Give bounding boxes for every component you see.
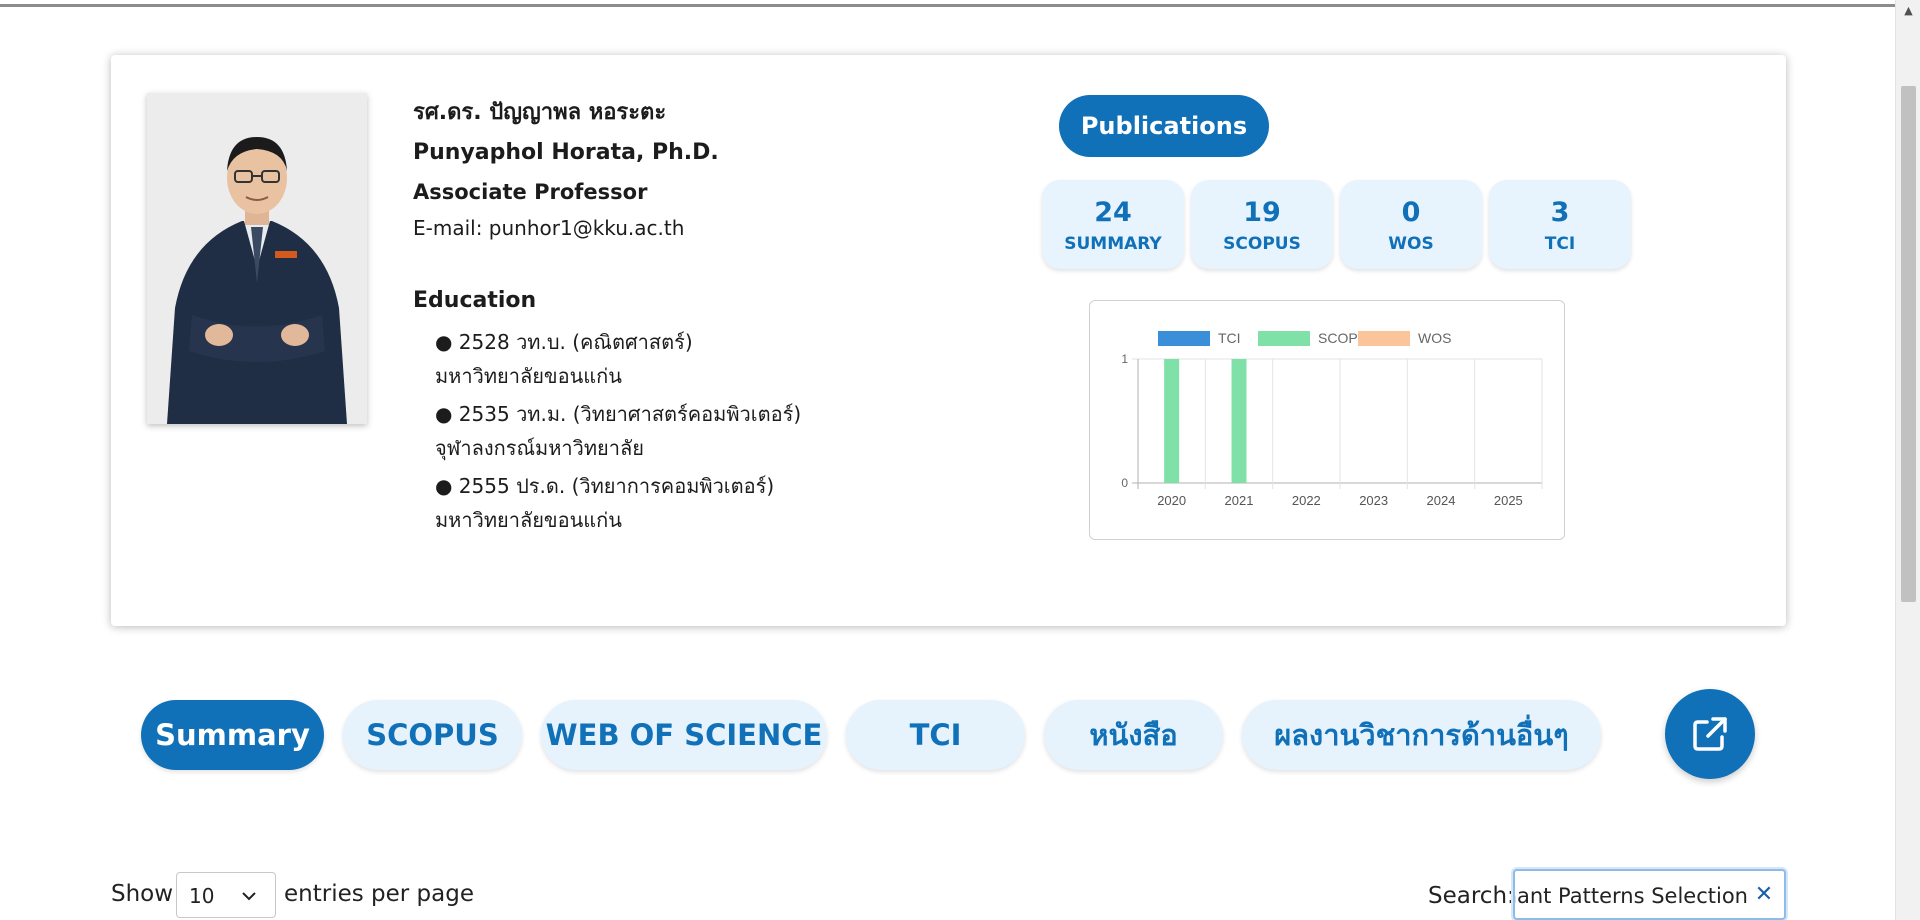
stat-value: 19 (1243, 197, 1281, 228)
chart-y-tick-label: 0 (1121, 476, 1128, 490)
publications-chart: 0 1 2020 2021 2022 2023 2024 2025 TCI SCOPUS WOS (1089, 300, 1565, 540)
name-english: Punyaphol Horata, Ph.D. (413, 140, 719, 165)
stat-label: TCI (1544, 234, 1576, 254)
chart-legend-swatch (1158, 331, 1210, 346)
email: E-mail: punhor1@kku.ac.th (413, 216, 685, 240)
education-item: ● 2555 ปร.ด. (วิทยาการคอมพิวเตอร์) มหาวิ… (435, 469, 893, 537)
profile-info: รศ.ดร. ปัญญาพล หอระตะ Punyaphol Horata, … (413, 93, 893, 537)
education-university: มหาวิทยาลัยขอนแก่น (435, 508, 622, 532)
stat-summary: 24 SUMMARY (1042, 180, 1184, 269)
search-input-value: minant Patterns Selection (1515, 884, 1748, 908)
search-input[interactable]: minant Patterns Selection ✕ (1513, 869, 1786, 920)
education-heading: Education (413, 288, 537, 313)
chart-legend-label: WOS (1418, 330, 1451, 346)
page-top-border (0, 4, 1895, 7)
stat-scopus: 19 SCOPUS (1191, 180, 1333, 269)
stat-label: SUMMARY (1064, 234, 1162, 254)
education-item: ● 2528 วท.บ. (คณิตศาสตร์) มหาวิทยาลัยขอน… (435, 325, 893, 393)
stat-value: 0 (1401, 197, 1421, 228)
scroll-up-arrow-icon[interactable]: ▲ (1896, 0, 1920, 22)
chart-x-tick-label: 2021 (1225, 493, 1254, 508)
education-degree: ● 2555 ปร.ด. (วิทยาการคอมพิวเตอร์) (435, 474, 775, 498)
chevron-down-icon (242, 892, 256, 901)
education-university: จุฬาลงกรณ์มหาวิทยาลัย (435, 436, 644, 460)
academic-position: Associate Professor (413, 180, 648, 204)
external-link-button[interactable] (1665, 689, 1755, 779)
external-link-icon (1693, 717, 1727, 751)
clear-search-icon[interactable]: ✕ (1754, 884, 1774, 906)
tab-books[interactable]: หนังสือ (1044, 700, 1223, 770)
vertical-scrollbar[interactable]: ▲ (1895, 0, 1920, 920)
entries-per-page-label: entries per page (284, 881, 474, 907)
tab-scopus[interactable]: SCOPUS (343, 700, 522, 770)
chart-x-tick-label: 2024 (1427, 493, 1456, 508)
publications-button[interactable]: Publications (1059, 95, 1269, 157)
stat-wos: 0 WOS (1340, 180, 1482, 269)
stat-value: 3 (1550, 197, 1570, 228)
education-degree: ● 2535 วท.ม. (วิทยาศาสตร์คอมพิวเตอร์) (435, 402, 802, 426)
chart-bar (1231, 359, 1247, 483)
entries-per-page-select[interactable]: 10 (176, 872, 276, 918)
profile-card: รศ.ดร. ปัญญาพล หอระตะ Punyaphol Horata, … (111, 55, 1786, 626)
chart-x-tick-label: 2023 (1359, 493, 1388, 508)
chart-bar (1164, 359, 1180, 483)
stat-label: WOS (1388, 234, 1434, 254)
education-degree: ● 2528 วท.บ. (คณิตศาสตร์) (435, 330, 693, 354)
tab-web-of-science[interactable]: WEB OF SCIENCE (541, 700, 827, 770)
chart-legend-label: TCI (1218, 330, 1241, 346)
education-university: มหาวิทยาลัยขอนแก่น (435, 364, 622, 388)
profile-photo (147, 93, 367, 424)
name-thai: รศ.ดร. ปัญญาพล หอระตะ (413, 100, 667, 125)
chart-y-tick-label: 1 (1121, 352, 1128, 366)
chart-legend-swatch (1258, 331, 1310, 346)
chart-x-tick-label: 2025 (1494, 493, 1523, 508)
stat-label: SCOPUS (1223, 234, 1301, 254)
chart-x-tick-label: 2022 (1292, 493, 1321, 508)
chart-canvas: 012020 2021 2022 2023 2024 2025TCI SCOPUS WOS (1121, 330, 1543, 508)
tab-summary[interactable]: Summary (141, 700, 324, 770)
stat-value: 24 (1094, 197, 1132, 228)
scrollbar-thumb[interactable] (1901, 86, 1916, 602)
stat-tci: 3 TCI (1489, 180, 1631, 269)
tab-other-works[interactable]: ผลงานวิชาการด้านอื่นๆ (1242, 700, 1601, 770)
show-label: Show (111, 881, 174, 907)
chart-legend-swatch (1358, 331, 1410, 346)
entries-value: 10 (189, 884, 215, 908)
search-label: Search: (1428, 883, 1515, 909)
education-item: ● 2535 วท.ม. (วิทยาศาสตร์คอมพิวเตอร์) จุ… (435, 397, 893, 465)
chart-x-tick-label: 2020 (1157, 493, 1186, 508)
tab-tci[interactable]: TCI (846, 700, 1025, 770)
